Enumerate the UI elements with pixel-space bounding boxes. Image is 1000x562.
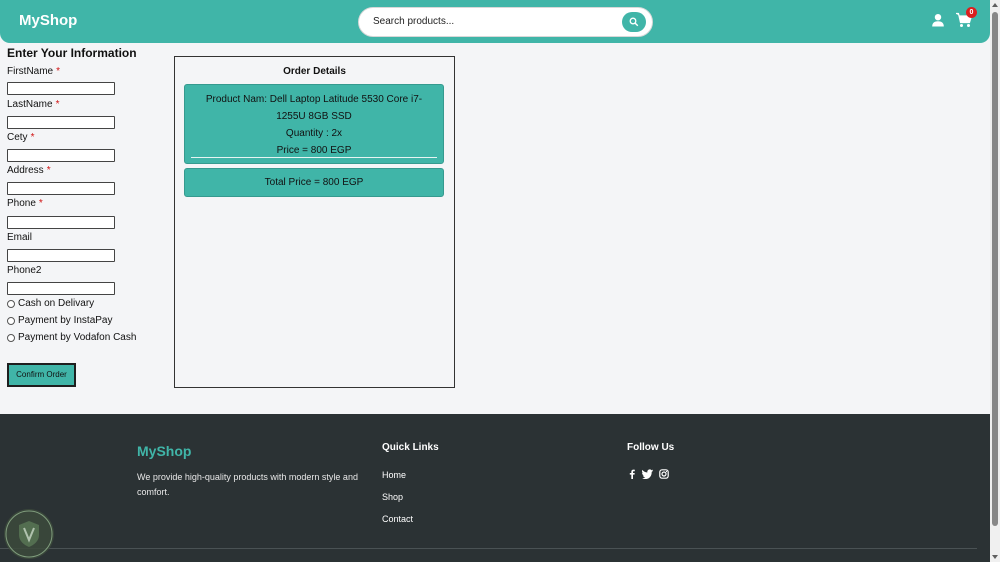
follow-us-heading: Follow Us xyxy=(627,442,675,453)
scrollbar-thumb[interactable] xyxy=(992,12,998,526)
footer-divider xyxy=(0,548,977,549)
product-quantity: Quantity : 2x xyxy=(285,128,343,139)
footer-link-contact[interactable]: Contact xyxy=(382,514,413,524)
payment-option-vodafone-cash[interactable]: Payment by Vodafon Cash xyxy=(7,332,136,343)
product-name: Product Nam: Dell Laptop Latitude 5530 C… xyxy=(205,94,423,122)
radio-button[interactable] xyxy=(7,333,15,342)
scroll-up-arrow-icon[interactable] xyxy=(992,3,998,7)
email-field[interactable] xyxy=(7,249,115,262)
radio-button[interactable] xyxy=(7,316,15,325)
top-navbar: MyShop Search products... 0 xyxy=(0,0,990,43)
search-icon xyxy=(629,17,639,27)
vertical-scrollbar[interactable] xyxy=(990,0,1000,562)
instagram-icon[interactable] xyxy=(659,469,669,479)
twitter-icon[interactable] xyxy=(642,469,653,479)
watermark-seal xyxy=(4,509,54,559)
lastname-label: LastName * xyxy=(7,99,60,110)
phone2-label: Phone2 xyxy=(7,265,42,276)
city-label: Cety * xyxy=(7,132,35,143)
shop-logo[interactable]: MyShop xyxy=(19,12,77,29)
scroll-down-arrow-icon[interactable] xyxy=(992,555,998,559)
footer-link-home[interactable]: Home xyxy=(382,470,406,480)
footer: MyShop We provide high-quality products … xyxy=(0,414,990,562)
address-label: Address * xyxy=(7,165,51,176)
email-label: Email xyxy=(7,232,33,243)
radio-button[interactable] xyxy=(7,299,15,308)
search-input[interactable]: Search products... xyxy=(373,16,454,27)
shield-icon xyxy=(5,510,53,558)
payment-option-cash[interactable]: Cash on Delivary xyxy=(7,298,94,309)
footer-description: We provide high-quality products with mo… xyxy=(137,472,358,497)
phone-field[interactable] xyxy=(7,216,115,229)
city-field[interactable] xyxy=(7,149,115,162)
search-bar: Search products... xyxy=(358,7,653,37)
divider xyxy=(191,157,437,158)
payment-option-instapay[interactable]: Payment by InstaPay xyxy=(7,315,113,326)
order-details-title: Order Details xyxy=(283,66,346,77)
firstname-field[interactable] xyxy=(7,82,115,95)
order-details-panel: Order Details Product Nam: Dell Laptop L… xyxy=(174,56,455,388)
footer-brand: MyShop xyxy=(137,443,192,459)
cart-count-badge: 0 xyxy=(966,7,977,18)
search-button[interactable] xyxy=(622,12,646,32)
firstname-label: FirstName * xyxy=(7,66,61,77)
phone-label: Phone * xyxy=(7,198,43,209)
user-icon[interactable] xyxy=(931,13,945,27)
footer-link-shop[interactable]: Shop xyxy=(382,492,403,502)
form-title: Enter Your Information xyxy=(7,46,137,60)
quick-links-heading: Quick Links xyxy=(382,442,439,453)
total-price: Total Price = 800 EGP xyxy=(184,168,444,197)
lastname-field[interactable] xyxy=(7,116,115,129)
address-field[interactable] xyxy=(7,182,115,195)
facebook-icon[interactable] xyxy=(627,469,637,479)
confirm-order-button[interactable]: Confirm Order xyxy=(7,363,76,387)
phone2-field[interactable] xyxy=(7,282,115,295)
order-item-card: Product Nam: Dell Laptop Latitude 5530 C… xyxy=(184,84,444,164)
